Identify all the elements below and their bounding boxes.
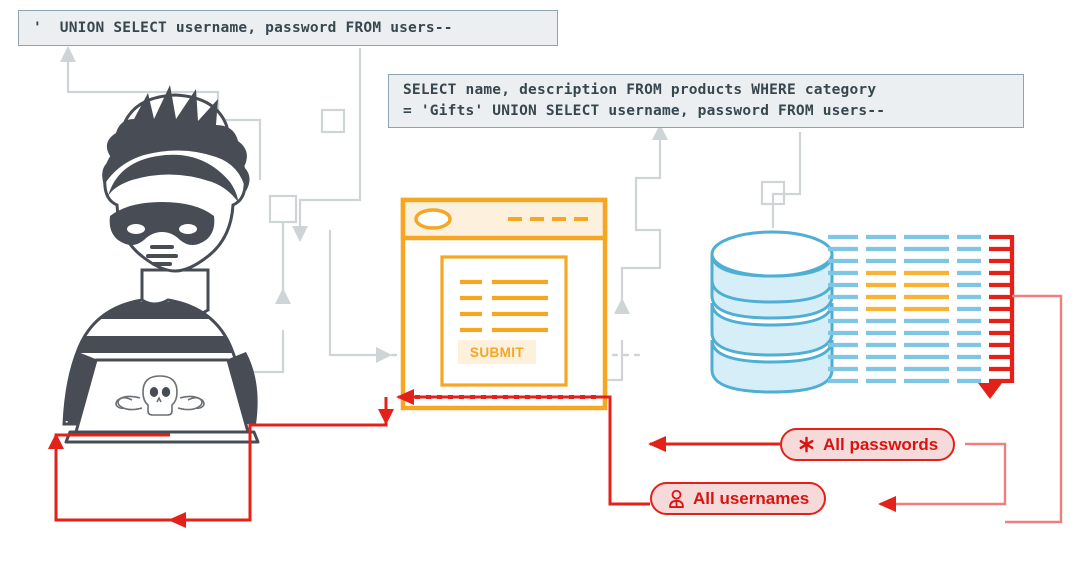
red-to-hacker [54, 397, 388, 522]
badge-all-usernames-label: All usernames [693, 488, 810, 508]
red-arrow-down-browser [378, 409, 394, 425]
red-arrow-left-passwords [648, 436, 666, 452]
red-thin-right-loop [1005, 294, 1063, 524]
red-arrow-left-bottom [168, 512, 186, 528]
red-browser-return [398, 395, 650, 506]
asterisk-icon [797, 435, 816, 454]
attacker-payload-codebox: ' UNION SELECT username, password FROM u… [18, 10, 558, 46]
resulting-query-line-2: = 'Gifts' UNION SELECT username, passwor… [403, 103, 886, 119]
attacker-payload-text: ' UNION SELECT username, password FROM u… [33, 20, 453, 36]
sql-injection-diagram: SUBMIT ' UNION SELECT username, password… [0, 0, 1080, 580]
badge-all-usernames: All usernames [650, 482, 827, 515]
red-thin-connectors [880, 294, 1063, 524]
resulting-query-line-1: SELECT name, description FROM products W… [403, 82, 877, 98]
red-arrow-left-usernames [878, 496, 896, 512]
red-arrow-down-bracket [978, 383, 1002, 399]
badge-all-passwords-label: All passwords [823, 434, 939, 454]
badge-all-passwords: All passwords [780, 428, 956, 461]
resulting-query-codebox: SELECT name, description FROM products W… [388, 74, 1024, 128]
person-icon [667, 489, 686, 509]
